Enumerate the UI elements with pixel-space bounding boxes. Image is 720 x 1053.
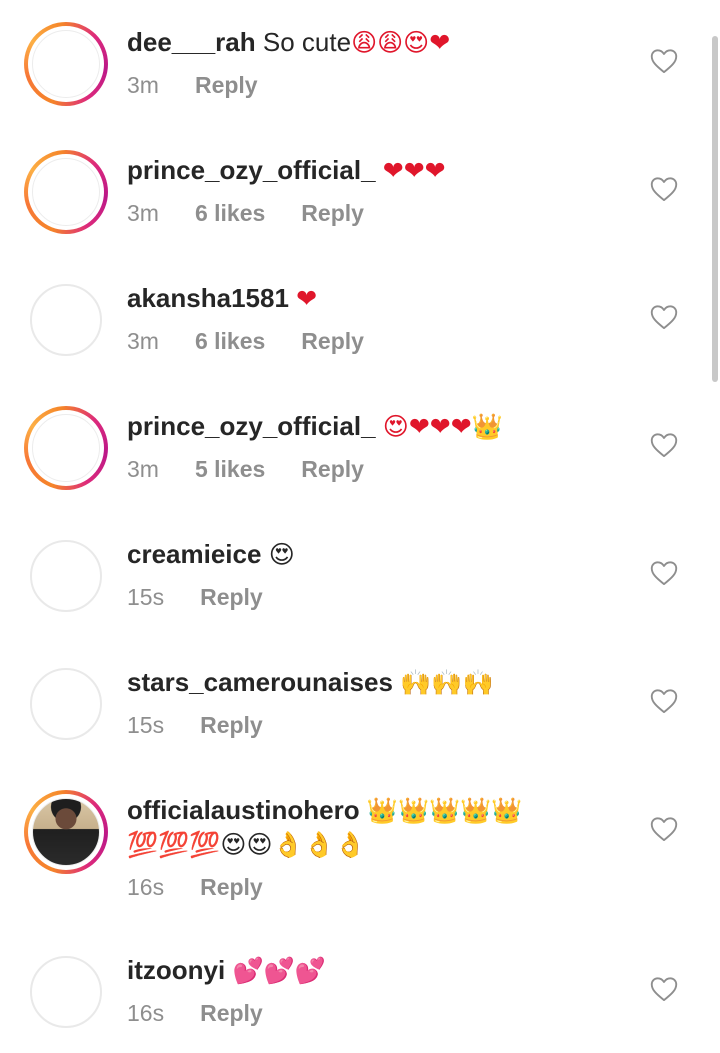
heart-outline-icon[interactable]: [650, 432, 678, 458]
comment-username[interactable]: prince_ozy_official_: [127, 155, 376, 185]
comment-emoji: 😍: [268, 540, 295, 569]
reply-button[interactable]: Reply: [301, 200, 364, 226]
avatar[interactable]: [24, 950, 108, 1034]
comment-emoji: ❤: [296, 284, 318, 313]
heart-outline-icon[interactable]: [650, 48, 678, 74]
comment-time: 3m: [127, 456, 159, 482]
heart-outline-icon[interactable]: [650, 560, 678, 586]
reply-button[interactable]: Reply: [301, 456, 364, 482]
avatar[interactable]: [24, 534, 108, 618]
comment-time: 15s: [127, 712, 165, 738]
avatar[interactable]: [24, 22, 108, 106]
comment-emoji: ❤❤❤: [382, 156, 446, 185]
comment-emoji: 🙌🙌🙌: [400, 668, 494, 697]
heart-outline-icon[interactable]: [650, 688, 678, 714]
comment-time: 16s: [127, 874, 165, 900]
reply-button[interactable]: Reply: [200, 874, 263, 900]
comment-username[interactable]: itzoonyi: [127, 955, 225, 985]
reply-button[interactable]: Reply: [200, 584, 263, 610]
heart-outline-icon[interactable]: [650, 304, 678, 330]
likes-count[interactable]: 6 likes: [195, 328, 265, 354]
avatar[interactable]: [24, 278, 108, 362]
comment-username[interactable]: prince_ozy_official_: [127, 411, 376, 441]
comment-username[interactable]: akansha1581: [127, 283, 289, 313]
comment-time: 3m: [127, 328, 159, 354]
reply-button[interactable]: Reply: [200, 1000, 263, 1026]
reply-button[interactable]: Reply: [301, 328, 364, 354]
avatar[interactable]: [24, 150, 108, 234]
comment-emoji: 👑👑👑👑👑: [366, 796, 523, 825]
comment-username[interactable]: dee___rah: [127, 27, 256, 57]
comment-time: 16s: [127, 1000, 165, 1026]
likes-count[interactable]: 5 likes: [195, 456, 265, 482]
reply-button[interactable]: Reply: [195, 72, 258, 98]
comment-username[interactable]: stars_camerounaises: [127, 667, 393, 697]
comment-username[interactable]: creamieice: [127, 539, 261, 569]
heart-outline-icon[interactable]: [650, 976, 678, 1002]
comment-emoji: 💕💕💕: [232, 956, 326, 985]
comment-time: 3m: [127, 72, 159, 98]
heart-outline-icon[interactable]: [650, 816, 678, 842]
heart-outline-icon[interactable]: [650, 176, 678, 202]
comment-time: 3m: [127, 200, 159, 226]
scrollbar[interactable]: [712, 36, 718, 382]
comment-emoji: 😍❤❤❤👑: [382, 412, 503, 441]
comment-time: 15s: [127, 584, 165, 610]
reply-button[interactable]: Reply: [200, 712, 263, 738]
avatar[interactable]: [24, 790, 108, 874]
comment-text: So cute: [262, 27, 352, 57]
comment-username[interactable]: officialaustinohero: [127, 795, 360, 825]
avatar[interactable]: [24, 662, 108, 746]
comment-emoji-line2: 💯💯💯😍😍👌👌👌: [127, 830, 366, 859]
likes-count[interactable]: 6 likes: [195, 200, 265, 226]
avatar[interactable]: [24, 406, 108, 490]
comment-emoji: 😩😩😍❤: [351, 28, 451, 57]
